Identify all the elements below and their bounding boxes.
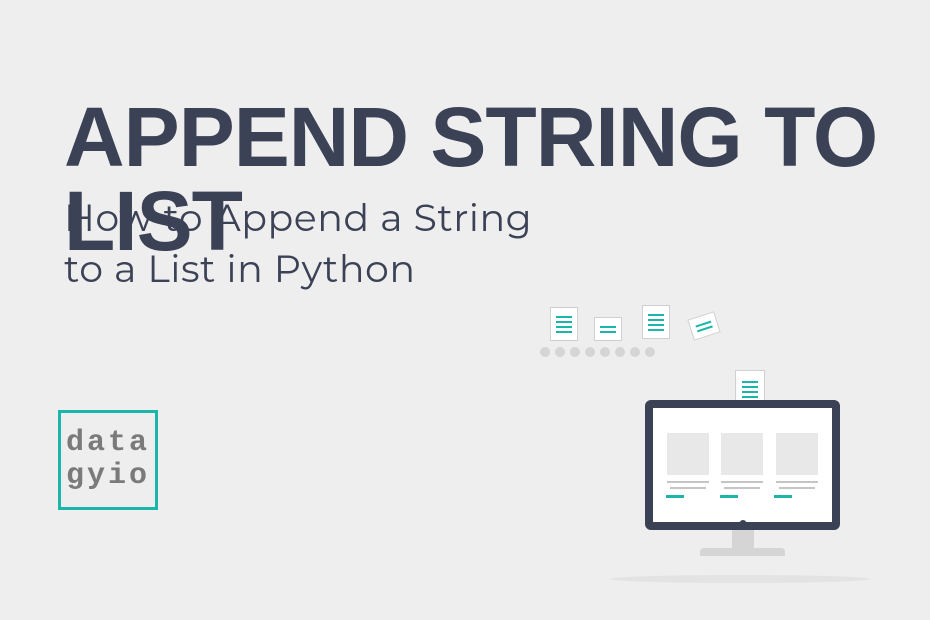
- monitor-stand-neck: [732, 530, 754, 548]
- dot: [585, 347, 595, 357]
- document-icon: [642, 305, 670, 339]
- document-icon: [687, 311, 720, 341]
- dot: [540, 347, 550, 357]
- monitor-screen: [645, 400, 840, 530]
- dots-decoration: [540, 347, 655, 357]
- document-icon: [594, 317, 622, 341]
- illustration: [550, 305, 870, 575]
- datagy-logo: data gyio: [58, 410, 158, 510]
- subheading-line-2: to a List in Python: [64, 245, 416, 292]
- document-icon: [550, 307, 578, 341]
- subheading-line-1: How to Append a String: [64, 194, 532, 241]
- dot: [630, 347, 640, 357]
- dot: [555, 347, 565, 357]
- sub-heading: How to Append a String to a List in Pyth…: [64, 192, 532, 295]
- dot: [600, 347, 610, 357]
- dot: [645, 347, 655, 357]
- dot: [615, 347, 625, 357]
- dot: [570, 347, 580, 357]
- logo-line-1: data: [66, 427, 150, 460]
- logo-line-2: gyio: [66, 460, 150, 493]
- monitor-stand-base: [700, 548, 785, 556]
- screen-card: [720, 433, 765, 498]
- monitor-camera-dot: [739, 520, 746, 527]
- screen-card: [666, 433, 711, 498]
- monitor-shadow: [610, 575, 870, 583]
- screen-card: [774, 433, 819, 498]
- monitor-illustration: [645, 400, 840, 575]
